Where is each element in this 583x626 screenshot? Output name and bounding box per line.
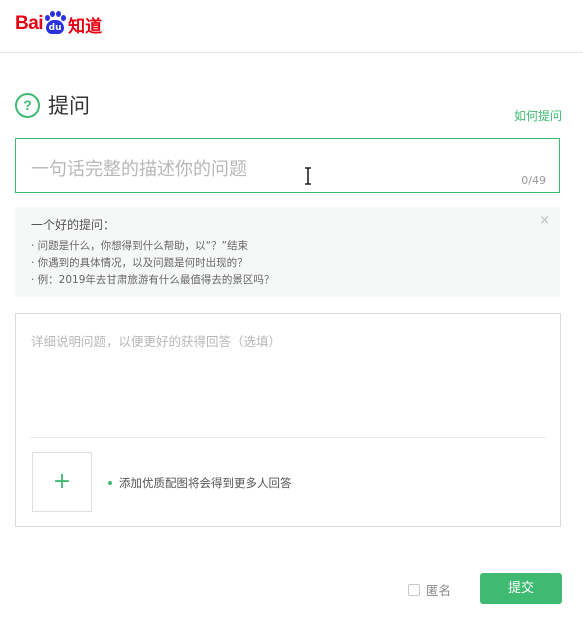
text-cursor-icon [305, 167, 311, 185]
anonymous-label: 匿名 [426, 583, 452, 598]
tip-item: · 你遇到的具体情况，以及问题是何时出现的？ [31, 257, 248, 269]
image-hint: 添加优质配图将会得到更多人回答 [108, 475, 292, 491]
submit-button[interactable]: 提交 [480, 573, 562, 604]
logo-zhidao-text: 知道 [68, 16, 103, 37]
anonymous-toggle[interactable]: 匿名 [408, 580, 451, 599]
anonymous-checkbox[interactable] [408, 583, 420, 596]
divider [30, 437, 546, 438]
tips-heading: 一个好的提问： [31, 218, 116, 232]
question-circle-icon: ? [15, 92, 40, 118]
tip-item: · 例：2019年去甘肃旅游有什么最值得去的景区吗？ [31, 274, 275, 286]
tips-panel: 一个好的提问： · 问题是什么，你想得到什么帮助，以“？”结束 · 你遇到的具体… [15, 207, 560, 297]
top-header: Bai du 知道 [0, 0, 583, 53]
image-hint-text: 添加优质配图将会得到更多人回答 [119, 476, 292, 490]
logo-du-text: du [46, 20, 65, 34]
close-tips-icon[interactable]: × [539, 213, 550, 228]
add-image-button[interactable]: + [32, 452, 92, 512]
tip-item: · 问题是什么，你想得到什么帮助，以“？”结束 [31, 240, 249, 252]
paw-icon: du [44, 11, 67, 37]
logo-bai-text: Bai [15, 13, 44, 34]
question-title-placeholder: 一句话完整的描述你的问题 [31, 159, 247, 180]
question-title-input[interactable]: 一句话完整的描述你的问题 0/49 [15, 138, 560, 193]
baidu-zhidao-logo[interactable]: Bai du 知道 [15, 10, 102, 38]
question-detail-placeholder: 详细说明问题，以便更好的获得回答（选填） [31, 334, 282, 349]
how-to-ask-link[interactable]: 如何提问 [514, 107, 562, 124]
character-counter: 0/49 [521, 174, 546, 187]
question-detail-textarea[interactable]: 详细说明问题，以便更好的获得回答（选填） + 添加优质配图将会得到更多人回答 [15, 313, 561, 527]
page-title: 提问 [48, 94, 90, 118]
bullet-dot-icon [108, 481, 112, 485]
page-title-row: ? 提问 [15, 91, 90, 119]
